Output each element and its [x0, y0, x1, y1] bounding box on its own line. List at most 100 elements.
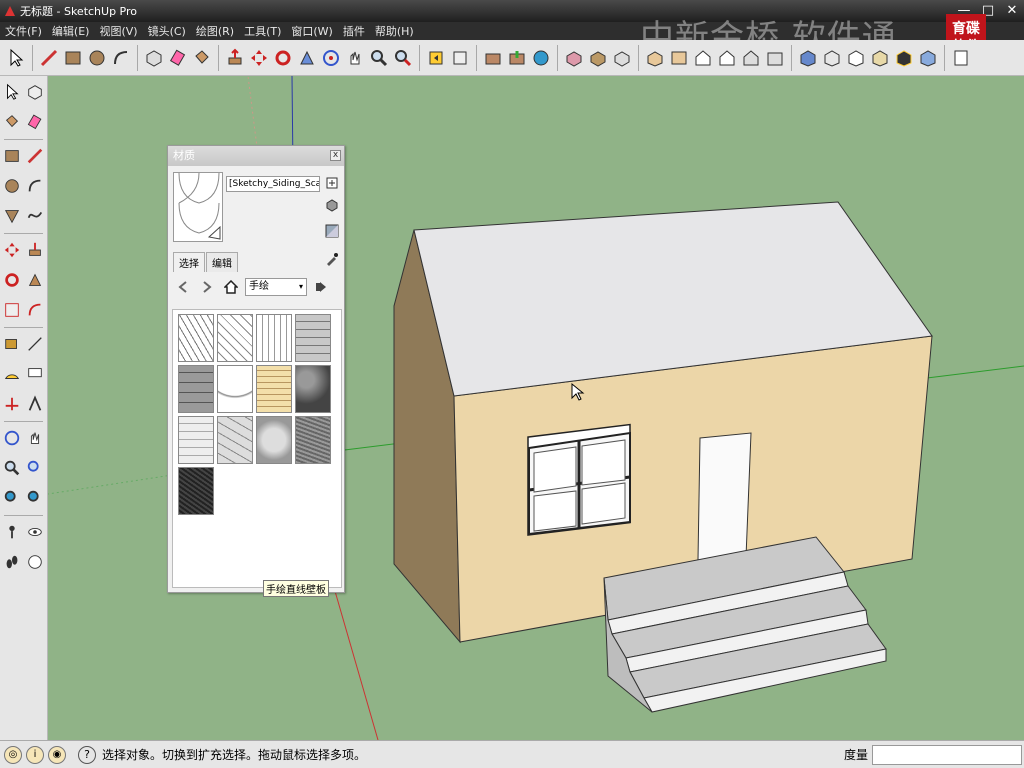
rectangle-tool-icon[interactable]: [62, 45, 84, 71]
material-swatch-gray-siding[interactable]: [295, 314, 331, 362]
push-pull-icon[interactable]: [224, 45, 246, 71]
menu-edit[interactable]: 编辑(E): [47, 23, 95, 39]
menu-draw[interactable]: 绘图(R): [191, 23, 239, 39]
zoom-extents-icon[interactable]: [3, 489, 21, 510]
material-swatch-wood-siding[interactable]: [256, 365, 292, 413]
material-swatch-diagonal-lines[interactable]: [178, 314, 214, 362]
close-button[interactable]: ✕: [1000, 2, 1024, 20]
share-model-icon[interactable]: [506, 45, 528, 71]
back-view-icon[interactable]: [740, 45, 762, 71]
dimension-tool-icon[interactable]: [26, 335, 44, 356]
push-pull-icon[interactable]: [26, 241, 44, 262]
menu-tools[interactable]: 工具(T): [239, 23, 286, 39]
materials-panel-header[interactable]: 材质 x: [168, 146, 344, 166]
tab-select[interactable]: 选择: [173, 252, 205, 272]
material-swatch-gray-noise[interactable]: [295, 416, 331, 464]
follow-me-icon[interactable]: [26, 271, 44, 292]
menu-help[interactable]: 帮助(H): [370, 23, 419, 39]
eyedropper-icon[interactable]: [325, 252, 339, 266]
textured-style-icon[interactable]: [893, 45, 915, 71]
protractor-icon[interactable]: [3, 365, 21, 386]
top-view-icon[interactable]: [668, 45, 690, 71]
3d-text-icon[interactable]: [26, 394, 44, 416]
material-swatch-scallop-shingles[interactable]: [217, 365, 253, 413]
select-tool-icon[interactable]: [3, 83, 21, 104]
create-material-icon[interactable]: [325, 198, 339, 212]
left-view-icon[interactable]: [764, 45, 786, 71]
orbit-tool-icon[interactable]: [3, 429, 21, 450]
walk-tool-icon[interactable]: [3, 553, 21, 574]
iso-view-icon[interactable]: [644, 45, 666, 71]
previous-view-icon[interactable]: [425, 45, 447, 71]
offset-tool-icon[interactable]: [26, 301, 44, 322]
tab-edit[interactable]: 编辑: [206, 252, 238, 272]
zoom-tool-icon[interactable]: [3, 459, 21, 480]
layer-icon[interactable]: [950, 45, 972, 71]
line-tool-icon[interactable]: [26, 147, 44, 168]
rotate-tool-icon[interactable]: [3, 271, 21, 292]
material-name-field[interactable]: [Sketchy_Siding_Scale]1: [226, 176, 320, 192]
paint-bucket-icon[interactable]: [3, 113, 21, 134]
menu-view[interactable]: 视图(V): [94, 23, 142, 39]
details-arrow-icon[interactable]: [311, 277, 331, 297]
polygon-tool-icon[interactable]: [3, 207, 21, 228]
back-arrow-icon[interactable]: [173, 277, 193, 297]
next-view-icon[interactable]: [449, 45, 471, 71]
material-swatch-dark-stone[interactable]: [178, 467, 214, 515]
menu-plugins[interactable]: 插件: [338, 23, 370, 39]
pan-tool-icon[interactable]: [344, 45, 366, 71]
forward-arrow-icon[interactable]: [197, 277, 217, 297]
section-plane-icon[interactable]: [26, 553, 44, 574]
close-icon[interactable]: x: [330, 150, 341, 161]
add-location-icon[interactable]: [587, 45, 609, 71]
rectangle-tool-icon[interactable]: [3, 147, 21, 168]
home-icon[interactable]: [221, 277, 241, 297]
rotate-tool-icon[interactable]: [272, 45, 294, 71]
display-secondary-pane-icon[interactable]: [325, 176, 339, 190]
xray-style-icon[interactable]: [797, 45, 819, 71]
axes-tool-icon[interactable]: [3, 395, 21, 416]
menu-file[interactable]: 文件(F): [0, 23, 47, 39]
material-swatch-stone-blocks[interactable]: [178, 365, 214, 413]
menu-camera[interactable]: 镜头(C): [143, 23, 191, 39]
material-swatch-crosshatch[interactable]: [217, 314, 253, 362]
collection-select[interactable]: 手绘 ▾: [245, 278, 307, 296]
pan-tool-icon[interactable]: [26, 429, 44, 450]
freehand-tool-icon[interactable]: [26, 207, 44, 228]
default-material-icon[interactable]: [325, 224, 339, 238]
wireframe-style-icon[interactable]: [821, 45, 843, 71]
sign-in-icon[interactable]: ◉: [48, 745, 66, 764]
menu-window[interactable]: 窗口(W): [286, 23, 337, 39]
arc-tool-icon[interactable]: [110, 45, 132, 71]
google-earth-icon[interactable]: [530, 45, 552, 71]
measurements-input[interactable]: [872, 744, 1022, 765]
move-tool-icon[interactable]: [3, 241, 21, 262]
material-swatch-flagstone[interactable]: [217, 416, 253, 464]
move-tool-icon[interactable]: [248, 45, 270, 71]
material-swatch-brick-light[interactable]: [178, 416, 214, 464]
eraser-tool-icon[interactable]: [26, 113, 44, 134]
make-component-icon[interactable]: [143, 45, 165, 71]
follow-me-icon[interactable]: [296, 45, 318, 71]
get-photo-texture-icon[interactable]: [563, 45, 585, 71]
circle-tool-icon[interactable]: [86, 45, 108, 71]
scale-tool-icon[interactable]: [3, 301, 21, 322]
zoom-extents-icon[interactable]: [392, 45, 414, 71]
tape-measure-icon[interactable]: [3, 335, 21, 356]
hidden-line-style-icon[interactable]: [845, 45, 867, 71]
paint-bucket-icon[interactable]: [191, 45, 213, 71]
credits-icon[interactable]: i: [26, 745, 44, 764]
monochrome-style-icon[interactable]: [917, 45, 939, 71]
material-swatch-vertical-grain[interactable]: [256, 314, 292, 362]
eraser-tool-icon[interactable]: [167, 45, 189, 71]
select-tool-icon[interactable]: [5, 45, 27, 71]
text-tool-icon[interactable]: [26, 365, 44, 386]
zoom-window-icon[interactable]: [26, 459, 44, 480]
material-swatch-cobble[interactable]: [256, 416, 292, 464]
help-icon[interactable]: ?: [78, 745, 96, 764]
toggle-terrain-icon[interactable]: [611, 45, 633, 71]
arc-tool-icon[interactable]: [26, 177, 44, 198]
shaded-style-icon[interactable]: [869, 45, 891, 71]
front-view-icon[interactable]: [692, 45, 714, 71]
geo-location-icon[interactable]: ◎: [4, 745, 22, 764]
